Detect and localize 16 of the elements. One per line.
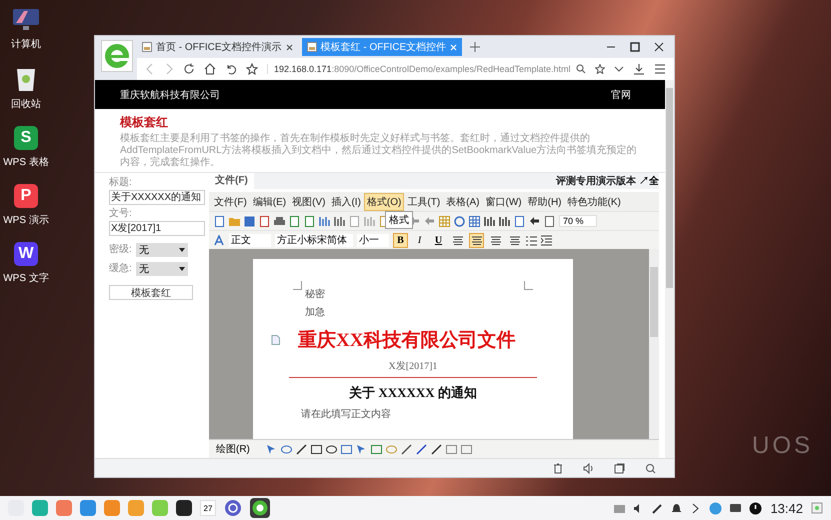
field-label: 密级:	[109, 244, 132, 256]
field-label: 缓急:	[109, 263, 132, 275]
watermark-logo: UOS	[752, 432, 814, 460]
document-title: 关于 XXXXXX 的通知	[349, 384, 477, 402]
document-body-text: 请在此填写正文内容	[301, 408, 392, 421]
page-heading: 模板套红	[120, 114, 169, 131]
document-text: 加急	[305, 307, 325, 319]
field-label: 文号:	[109, 208, 133, 220]
description: 模板套红主要是利用了书签的操作，首先在制作模板时先定义好样式与书签。套红时，通过文档控件提供的AddTemplateFromURL方法将模板插入到文档中，然后通过文档控件提供的SetBookmarkValue方法向书签填充预定的内容，完成套红操作。	[120, 133, 638, 169]
document-text: 秘密	[305, 289, 325, 301]
field-label: 标题:	[109, 177, 133, 189]
trial-version-label: 评测专用演示版本	[556, 174, 636, 188]
letterhead-title: 重庆XX科技有限公司文件	[298, 328, 516, 353]
tooltip: 格式	[385, 211, 413, 229]
document-number: X发[2017]1	[289, 359, 537, 378]
clock: 13:42	[770, 500, 803, 516]
